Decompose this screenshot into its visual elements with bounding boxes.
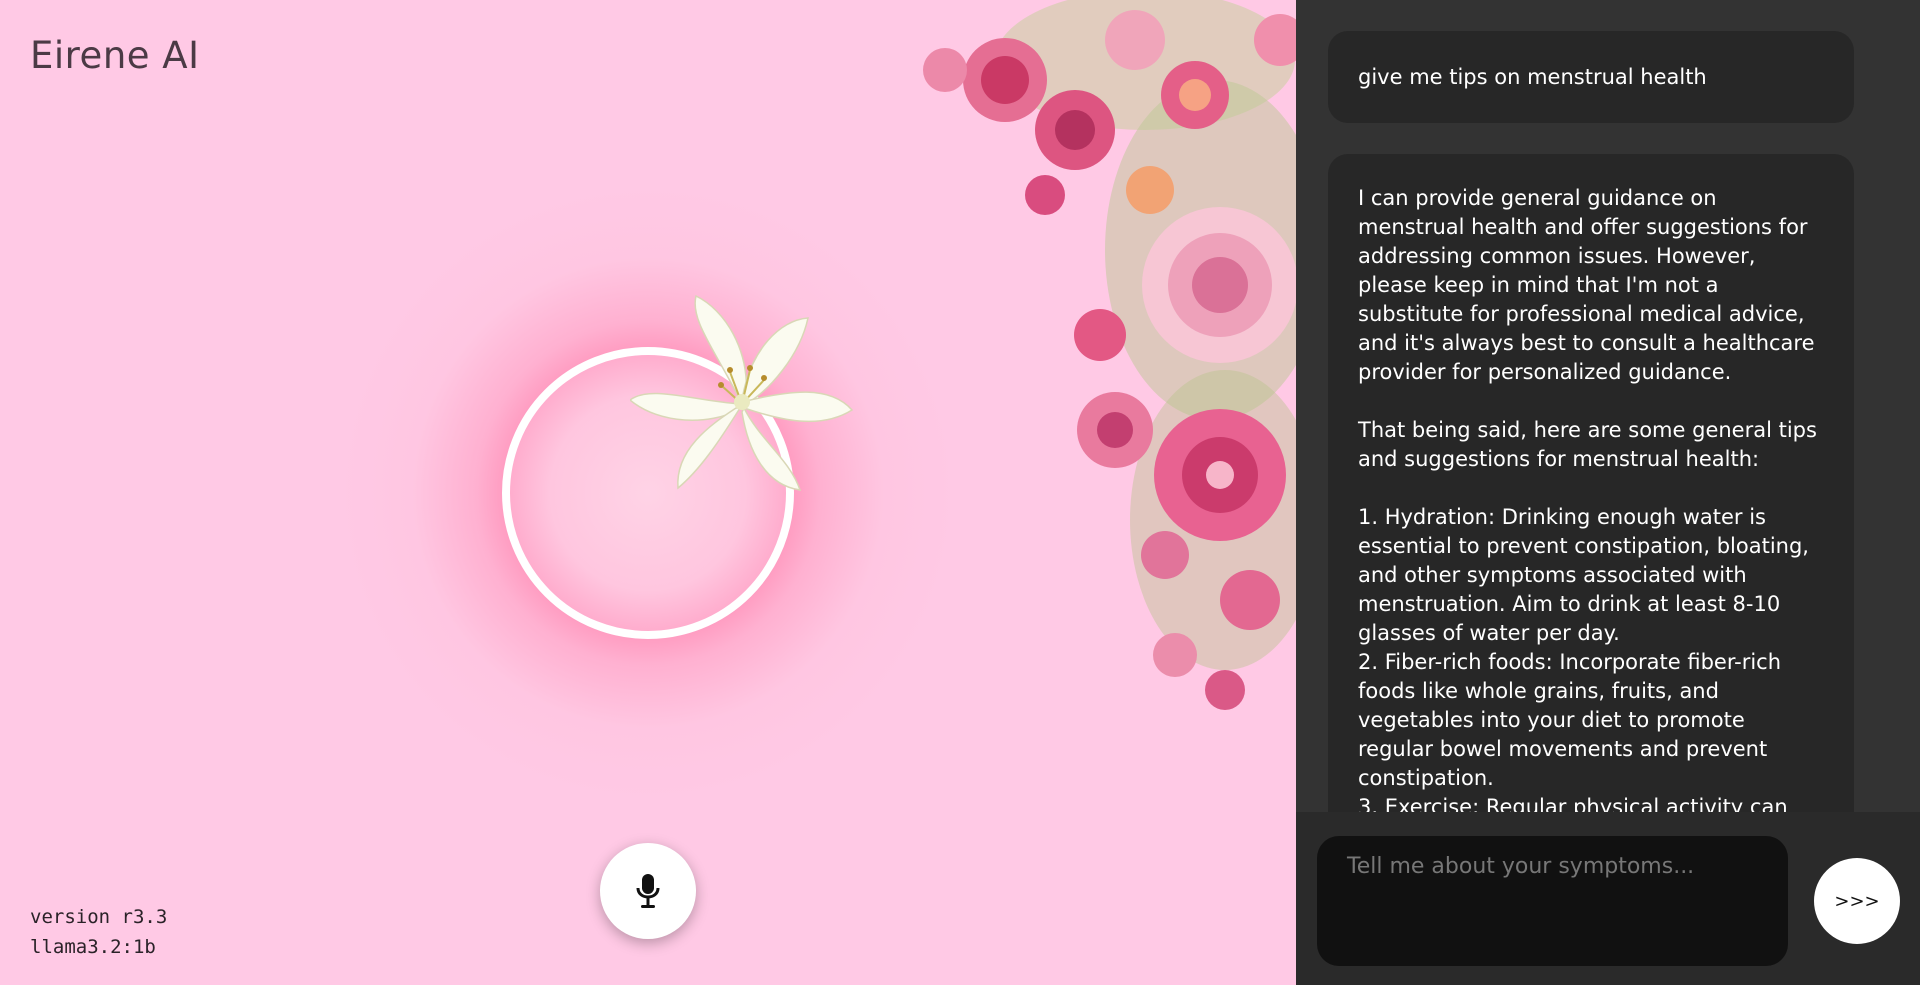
symptoms-input[interactable]	[1317, 836, 1788, 966]
assistant-tip: 1. Hydration: Drinking enough water is e…	[1358, 505, 1809, 645]
version-info: version r3.3 llama3.2:1b	[30, 902, 167, 962]
app-title: Eirene AI	[30, 34, 200, 77]
user-message: give me tips on menstrual health	[1328, 31, 1854, 123]
assistant-paragraph: That being said, here are some general t…	[1358, 418, 1817, 471]
microphone-button[interactable]	[600, 843, 696, 939]
chat-input-bar: >>>	[1296, 812, 1920, 985]
microphone-icon	[636, 874, 660, 908]
assistant-paragraph: I can provide general guidance on menstr…	[1358, 186, 1815, 384]
lily-flower-icon	[630, 294, 854, 491]
message-list[interactable]: give me tips on menstrual health I can p…	[1296, 0, 1920, 812]
rose-bouquet-decoration	[923, 0, 1296, 710]
chat-panel: give me tips on menstrual health I can p…	[1296, 0, 1920, 985]
assistant-tip: 3. Exercise: Regular physical activity c…	[1358, 795, 1788, 812]
send-button[interactable]: >>>	[1814, 858, 1900, 944]
user-message-text: give me tips on menstrual health	[1358, 65, 1707, 89]
assistant-tip: 2. Fiber-rich foods: Incorporate fiber-r…	[1358, 650, 1782, 790]
version-label: version r3.3	[30, 906, 168, 928]
model-label: llama3.2:1b	[30, 936, 156, 958]
main-pane: Eirene AI version r3.3 llama3.2:1b	[0, 0, 1296, 985]
assistant-message: I can provide general guidance on menstr…	[1328, 154, 1854, 812]
